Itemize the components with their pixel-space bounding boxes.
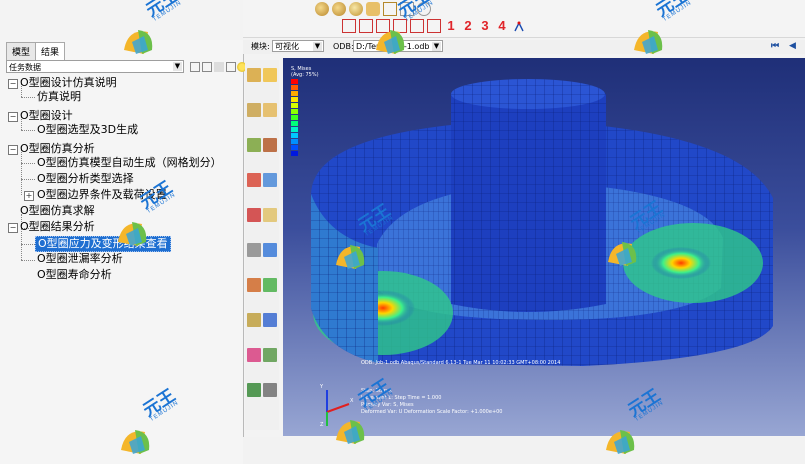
expand-icon[interactable]: +	[24, 191, 34, 201]
symbol-plot-icon[interactable]	[263, 103, 277, 117]
tree-item-sim-analysis[interactable]: O型圈仿真分析	[20, 142, 95, 156]
watermark-logo: 元王 TEMUJIN	[118, 0, 190, 54]
tab-results[interactable]: 结果	[35, 42, 66, 60]
tree-line	[21, 244, 35, 245]
settings-icon[interactable]	[226, 62, 236, 72]
path-icon[interactable]	[247, 208, 261, 222]
tree-line	[21, 97, 35, 98]
collapse-icon[interactable]: −	[8, 112, 18, 122]
triad-y-label: Y	[320, 384, 324, 390]
legend-rows	[291, 78, 319, 156]
tree-item-analysis-type[interactable]: O型圈分析类型选择	[37, 172, 134, 186]
select-icon[interactable]	[263, 383, 277, 397]
tree-item-auto-mesh[interactable]: O型圈仿真模型自动生成（网格划分）	[37, 156, 222, 170]
watermark-mark-icon	[376, 30, 405, 54]
watermark-logo: 元王 TEMUJIN	[330, 376, 402, 444]
watermark-mark-icon	[336, 245, 365, 269]
module-bar: 模块: 可视化 ▼ ODB: D:/Temp/Job-1.odb ▼ ⏮ ◀	[243, 40, 805, 54]
status-strip	[243, 437, 805, 464]
chevron-down-icon: ▼	[313, 42, 322, 51]
display-group-icon[interactable]	[263, 208, 277, 222]
watermark-mark-icon	[608, 242, 637, 266]
translate-icon[interactable]	[263, 313, 277, 327]
tab-model[interactable]: 模型	[6, 42, 37, 60]
watermark-logo: 元王 TEMUJIN	[628, 0, 700, 54]
tree-item-leakage[interactable]: O型圈泄漏率分析	[37, 252, 123, 266]
task-select[interactable]: 任务数据 ▼	[6, 60, 184, 73]
watermark-mark-icon	[634, 30, 663, 54]
watermark-logo: 元王 TEMUJIN	[330, 201, 402, 269]
xy-data-icon[interactable]	[247, 173, 261, 187]
free-body-icon[interactable]	[263, 278, 277, 292]
watermark-logo: 元王 TEMUJIN	[112, 178, 184, 246]
main-toolbar: 1 2 3 4	[243, 0, 805, 38]
report-icon[interactable]	[263, 348, 277, 362]
tree-line	[21, 130, 35, 131]
tree-line	[21, 260, 35, 261]
watermark-mark-icon	[336, 420, 365, 444]
stream-icon[interactable]	[247, 313, 261, 327]
zoom-icon[interactable]	[315, 2, 329, 16]
rotate-icon[interactable]	[332, 2, 346, 16]
tree-item-design-overview[interactable]: O型圈设计仿真说明	[20, 76, 117, 90]
collapse-icon[interactable]: −	[8, 223, 18, 233]
task-row: 任务数据 ▼	[6, 60, 247, 74]
tree-line	[21, 179, 35, 180]
compare-icon[interactable]	[247, 348, 261, 362]
watermark-logo: 元王 TEMUJIN	[602, 198, 674, 266]
triad-toggle-icon[interactable]	[512, 19, 526, 33]
tree-item-results[interactable]: O型圈结果分析	[20, 220, 95, 234]
view-button-1[interactable]: 1	[444, 19, 458, 33]
query-icon[interactable]	[263, 173, 277, 187]
tree-item-oring-design[interactable]: O型圈设计	[20, 109, 73, 123]
watermark-mark-icon	[606, 430, 635, 454]
legend-swatch	[291, 151, 298, 156]
contour-icon[interactable]	[247, 103, 261, 117]
spin-icon[interactable]	[190, 62, 200, 72]
triad-z-label: Z	[320, 422, 324, 428]
collapse-icon[interactable]: −	[8, 79, 18, 89]
contour-legend: S, Mises (Avg: 75%)	[291, 66, 319, 156]
view-button-3[interactable]: 3	[478, 19, 492, 33]
legend-row	[291, 150, 319, 156]
odb-caption: ODB: Job-1.odb Abaqus/Standard 6.13-1 Tu…	[361, 360, 561, 366]
previous-frame-icon[interactable]: ◀	[789, 41, 796, 51]
first-frame-icon[interactable]: ⏮	[771, 41, 779, 51]
pan-icon[interactable]	[349, 2, 363, 16]
tree-item-solve[interactable]: O型圈仿真求解	[20, 204, 95, 218]
chevron-down-icon: ▼	[173, 62, 182, 71]
panel-tabs: 模型 结果	[6, 42, 66, 60]
tree-item-selection-3d[interactable]: O型圈选型及3D生成	[37, 123, 138, 137]
collapse-icon[interactable]: −	[8, 145, 18, 155]
common-options-icon[interactable]	[263, 243, 277, 257]
options-icon[interactable]	[247, 383, 261, 397]
module-select-value: 可视化	[275, 42, 299, 51]
field-output-icon[interactable]	[247, 68, 261, 82]
view-button-2[interactable]: 2	[461, 19, 475, 33]
task-select-value: 任务数据	[9, 63, 41, 72]
watermark-logo: 元王 TEMUJIN	[115, 386, 187, 454]
animate-icon[interactable]	[263, 138, 277, 152]
tree-item-sim-notes[interactable]: 仿真说明	[37, 90, 81, 104]
superimpose-icon[interactable]	[247, 278, 261, 292]
tree-line	[21, 163, 35, 164]
watermark-mark-icon	[118, 222, 147, 246]
iso-view-icon[interactable]	[342, 19, 356, 33]
watermark-logo: 元王 TEMUJIN	[600, 386, 672, 454]
watermark-logo: 元王 TEMUJIN	[370, 0, 442, 54]
odb-label: ODB:	[333, 42, 354, 51]
tree-item-life[interactable]: O型圈寿命分析	[37, 268, 112, 282]
module-label: 模块:	[251, 42, 270, 51]
copy-icon[interactable]	[214, 62, 224, 72]
view-button-4[interactable]: 4	[495, 19, 509, 33]
module-select[interactable]: 可视化 ▼	[272, 40, 324, 52]
watermark-mark-icon	[121, 430, 150, 454]
deformed-shape-icon[interactable]	[263, 68, 277, 82]
folder-icon[interactable]	[202, 62, 212, 72]
watermark-mark-icon	[124, 30, 153, 54]
material-orientation-icon[interactable]	[247, 138, 261, 152]
view-cut-icon[interactable]	[247, 243, 261, 257]
module-toolbox	[245, 60, 279, 430]
